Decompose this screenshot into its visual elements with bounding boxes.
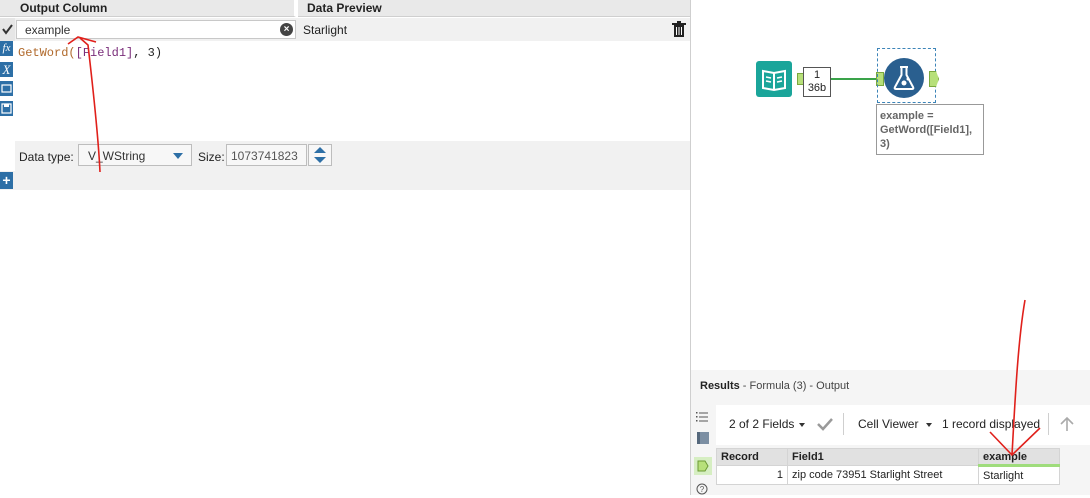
data-preview-value: Starlight: [303, 23, 348, 37]
results-toolbar: 2 of 2 Fields Cell Viewer 1 record displ…: [716, 405, 1090, 445]
fields-dropdown[interactable]: 2 of 2 Fields: [729, 417, 794, 431]
table-icon[interactable]: [697, 432, 709, 444]
toolbar-separator: [843, 413, 844, 435]
expression-toolbar: fx X: [0, 41, 14, 121]
results-table: Record Field1 example 1 zip code 73951 S…: [716, 448, 1060, 485]
column-header-record[interactable]: Record: [716, 448, 788, 466]
toolbar-separator: [1048, 413, 1049, 435]
clear-icon[interactable]: ×: [280, 23, 293, 36]
results-title-suffix: - Formula (3) - Output: [739, 380, 850, 392]
column-header-field1[interactable]: Field1: [787, 448, 979, 466]
add-icon[interactable]: +: [0, 172, 13, 189]
results-sidebar: ?: [691, 404, 715, 495]
size-value: 1073741823: [231, 149, 298, 163]
expr-field: [Field1]: [75, 46, 134, 60]
column-header-example[interactable]: example: [978, 448, 1060, 467]
cell-field1[interactable]: zip code 73951 Starlight Street: [787, 465, 979, 485]
expr-function: GetWord(: [18, 46, 76, 60]
cell-record[interactable]: 1: [716, 465, 788, 485]
list-icon[interactable]: [696, 412, 708, 422]
record-count: 1: [813, 69, 821, 81]
svg-text:?: ?: [700, 485, 705, 494]
results-title: Results - Formula (3) - Output: [700, 380, 849, 392]
save-icon[interactable]: [0, 101, 13, 116]
size-label: Size:: [198, 150, 225, 164]
checkmark-icon[interactable]: [816, 417, 834, 431]
check-icon: [2, 24, 13, 35]
output-column-field[interactable]: [16, 20, 296, 39]
fx-icon[interactable]: fx: [0, 41, 13, 56]
table-row[interactable]: 1 zip code 73951 Starlight Street Starli…: [716, 465, 1060, 485]
results-title-prefix: Results: [700, 380, 740, 392]
trash-icon[interactable]: [671, 21, 687, 38]
formula-tool[interactable]: [884, 58, 924, 98]
arrow-up-icon[interactable]: [1059, 415, 1075, 433]
help-icon[interactable]: ?: [696, 483, 708, 495]
flask-icon: [893, 66, 915, 90]
data-type-value: V_WString: [88, 149, 146, 163]
add-formula-row: [0, 171, 690, 190]
expression-editor[interactable]: GetWord([Field1], 3): [18, 46, 162, 60]
folder-icon[interactable]: [0, 81, 13, 96]
chevron-down-icon[interactable]: [926, 423, 932, 427]
stepper-down-icon[interactable]: [314, 157, 326, 163]
row-check-toggle[interactable]: [0, 18, 15, 41]
cell-viewer-dropdown[interactable]: Cell Viewer: [858, 417, 918, 431]
chevron-down-icon[interactable]: [799, 423, 805, 427]
variable-icon[interactable]: X: [0, 62, 13, 77]
tool-annotation: example = GetWord([Field1], 3): [876, 104, 984, 155]
book-icon: [762, 69, 786, 92]
cell-example[interactable]: Starlight: [978, 465, 1060, 485]
records-displayed: 1 record displayed: [942, 417, 1041, 431]
formula-config-panel: [0, 0, 690, 495]
expr-rest: , 3): [133, 46, 163, 60]
record-size: 36b: [807, 82, 827, 94]
output-column-header: Output Column: [0, 0, 296, 17]
data-type-label: Data type:: [19, 150, 74, 164]
connection-record-badge: 1 36b: [803, 67, 831, 97]
input-data-tool[interactable]: [756, 61, 792, 97]
chevron-down-icon[interactable]: [173, 153, 183, 159]
stepper-up-icon[interactable]: [314, 147, 326, 153]
connection-line[interactable]: [831, 78, 876, 80]
output-column-input[interactable]: [25, 21, 275, 38]
data-preview-header: Data Preview: [298, 0, 690, 17]
